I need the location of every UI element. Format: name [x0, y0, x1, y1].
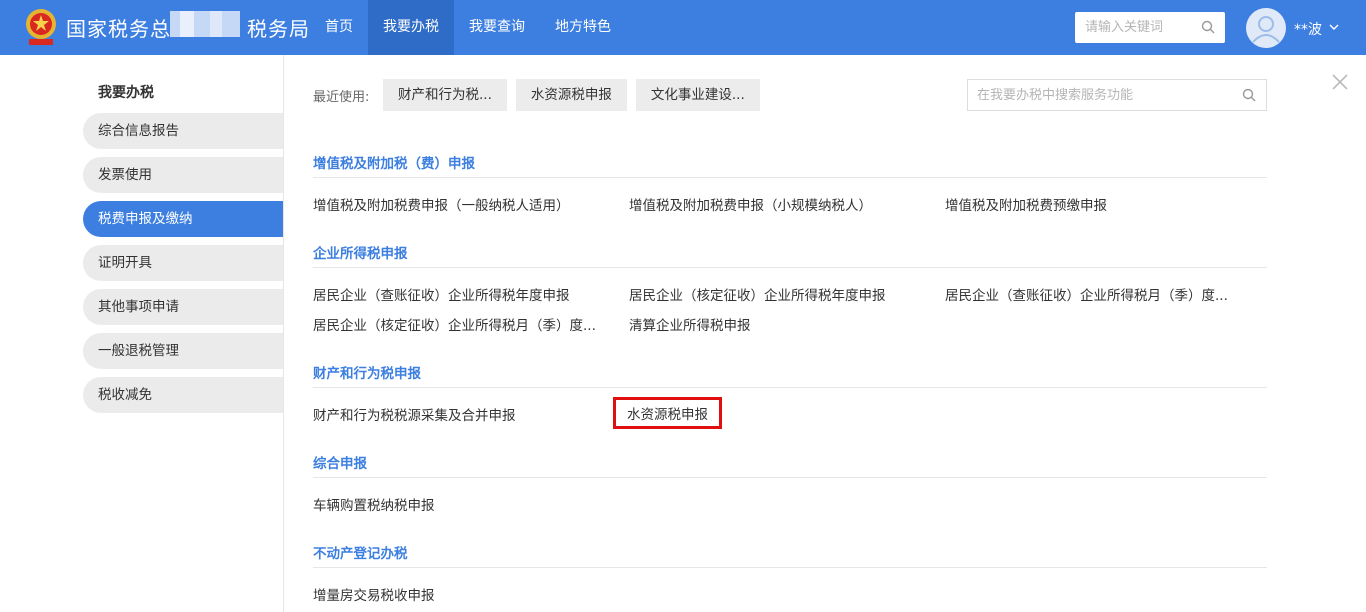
service-item[interactable]: 居民企业（核定征收）企业所得税年度申报 [629, 284, 886, 304]
sidebar-title: 我要办税 [98, 85, 154, 101]
sidebar-item-other-apply[interactable]: 其他事项申请 [83, 289, 283, 325]
nav-do-tax[interactable]: 我要办税 [368, 0, 454, 55]
section-title: 综合申报 [313, 456, 367, 472]
section-divider [313, 477, 1267, 478]
sidebar-item-refund[interactable]: 一般退税管理 [83, 333, 283, 369]
chevron-down-icon[interactable] [1329, 23, 1339, 31]
avatar-icon [1252, 16, 1280, 43]
service-item[interactable]: 增量房交易税收申报 [313, 584, 435, 604]
sidebar: 我要办税 综合信息报告 发票使用 税费申报及缴纳 证明开具 其他事项申请 一般退… [0, 55, 283, 612]
section-title: 增值税及附加税（费）申报 [313, 156, 475, 172]
sidebar-item-info-report[interactable]: 综合信息报告 [83, 113, 283, 149]
service-item[interactable]: 居民企业（查账征收）企业所得税月（季）度... [945, 284, 1228, 304]
service-item[interactable]: 增值税及附加税费申报（小规模纳税人） [629, 194, 872, 214]
recent-tag-property-tax[interactable]: 财产和行为税... [383, 79, 507, 111]
service-item-water-tax-highlighted[interactable]: 水资源税申报 [613, 397, 722, 429]
sidebar-item-declare-pay[interactable]: 税费申报及缴纳 [83, 201, 283, 237]
service-search [967, 79, 1267, 111]
recent-tags: 财产和行为税... 水资源税申报 文化事业建设... [383, 79, 769, 111]
service-search-input[interactable] [968, 80, 1228, 110]
logo-text-suffix: 税务局 [247, 17, 310, 41]
sidebar-item-invoice[interactable]: 发票使用 [83, 157, 283, 193]
section-title: 财产和行为税申报 [313, 366, 421, 382]
service-item[interactable]: 增值税及附加税费申报（一般纳税人适用） [313, 194, 570, 214]
section-divider [313, 267, 1267, 268]
user-name[interactable]: **波 [1294, 19, 1322, 39]
section-divider [313, 567, 1267, 568]
service-item[interactable]: 增值税及附加税费预缴申报 [945, 194, 1107, 214]
sidebar-item-tax-relief[interactable]: 税收减免 [83, 377, 283, 413]
section-cit: 企业所得税申报 居民企业（查账征收）企业所得税年度申报 居民企业（核定征收）企业… [313, 242, 1267, 334]
logo-text-prefix: 国家税务总 [66, 17, 171, 41]
header-search-input[interactable] [1075, 12, 1195, 43]
service-item[interactable]: 居民企业（核定征收）企业所得税月（季）度... [313, 314, 596, 334]
service-item[interactable]: 财产和行为税税源采集及合并申报 [313, 404, 516, 424]
service-item[interactable]: 居民企业（查账征收）企业所得税年度申报 [313, 284, 570, 304]
header-search [1075, 12, 1225, 43]
section-divider [313, 177, 1267, 178]
close-icon[interactable] [1331, 73, 1349, 91]
section-comprehensive: 综合申报 车辆购置税纳税申报 [313, 452, 1267, 514]
section-real-estate: 不动产登记办税 增量房交易税收申报 [313, 542, 1267, 604]
nav-query[interactable]: 我要查询 [454, 0, 540, 55]
search-icon[interactable] [1201, 20, 1215, 34]
nav-local-features[interactable]: 地方特色 [540, 0, 626, 55]
service-item[interactable]: 车辆购置税纳税申报 [313, 494, 435, 514]
avatar[interactable] [1246, 8, 1286, 48]
service-item[interactable]: 清算企业所得税申报 [629, 314, 751, 334]
section-vat: 增值税及附加税（费）申报 增值税及附加税费申报（一般纳税人适用） 增值税及附加税… [313, 152, 1267, 214]
top-header: 国家税务总 税务局 首页 我要办税 我要查询 地方特色 **波 [0, 0, 1366, 55]
section-property-tax: 财产和行为税申报 财产和行为税税源采集及合并申报 水资源税申报 [313, 362, 1267, 429]
sidebar-menu: 综合信息报告 发票使用 税费申报及缴纳 证明开具 其他事项申请 一般退税管理 税… [83, 113, 283, 421]
main-nav: 首页 我要办税 我要查询 地方特色 [310, 0, 626, 55]
tax-emblem-icon [26, 9, 56, 45]
redacted-mask [170, 11, 240, 37]
main-panel: 最近使用: 财产和行为税... 水资源税申报 文化事业建设... 增值税及附加税… [284, 55, 1366, 612]
nav-home[interactable]: 首页 [310, 0, 368, 55]
recent-tag-culture-fee[interactable]: 文化事业建设... [635, 79, 760, 111]
sidebar-item-certificate[interactable]: 证明开具 [83, 245, 283, 281]
section-title: 不动产登记办税 [313, 546, 408, 562]
search-icon[interactable] [1242, 88, 1256, 102]
section-divider [313, 387, 1267, 388]
recent-tag-water-tax[interactable]: 水资源税申报 [515, 79, 627, 111]
section-title: 企业所得税申报 [313, 246, 408, 262]
recent-label: 最近使用: [313, 90, 370, 105]
